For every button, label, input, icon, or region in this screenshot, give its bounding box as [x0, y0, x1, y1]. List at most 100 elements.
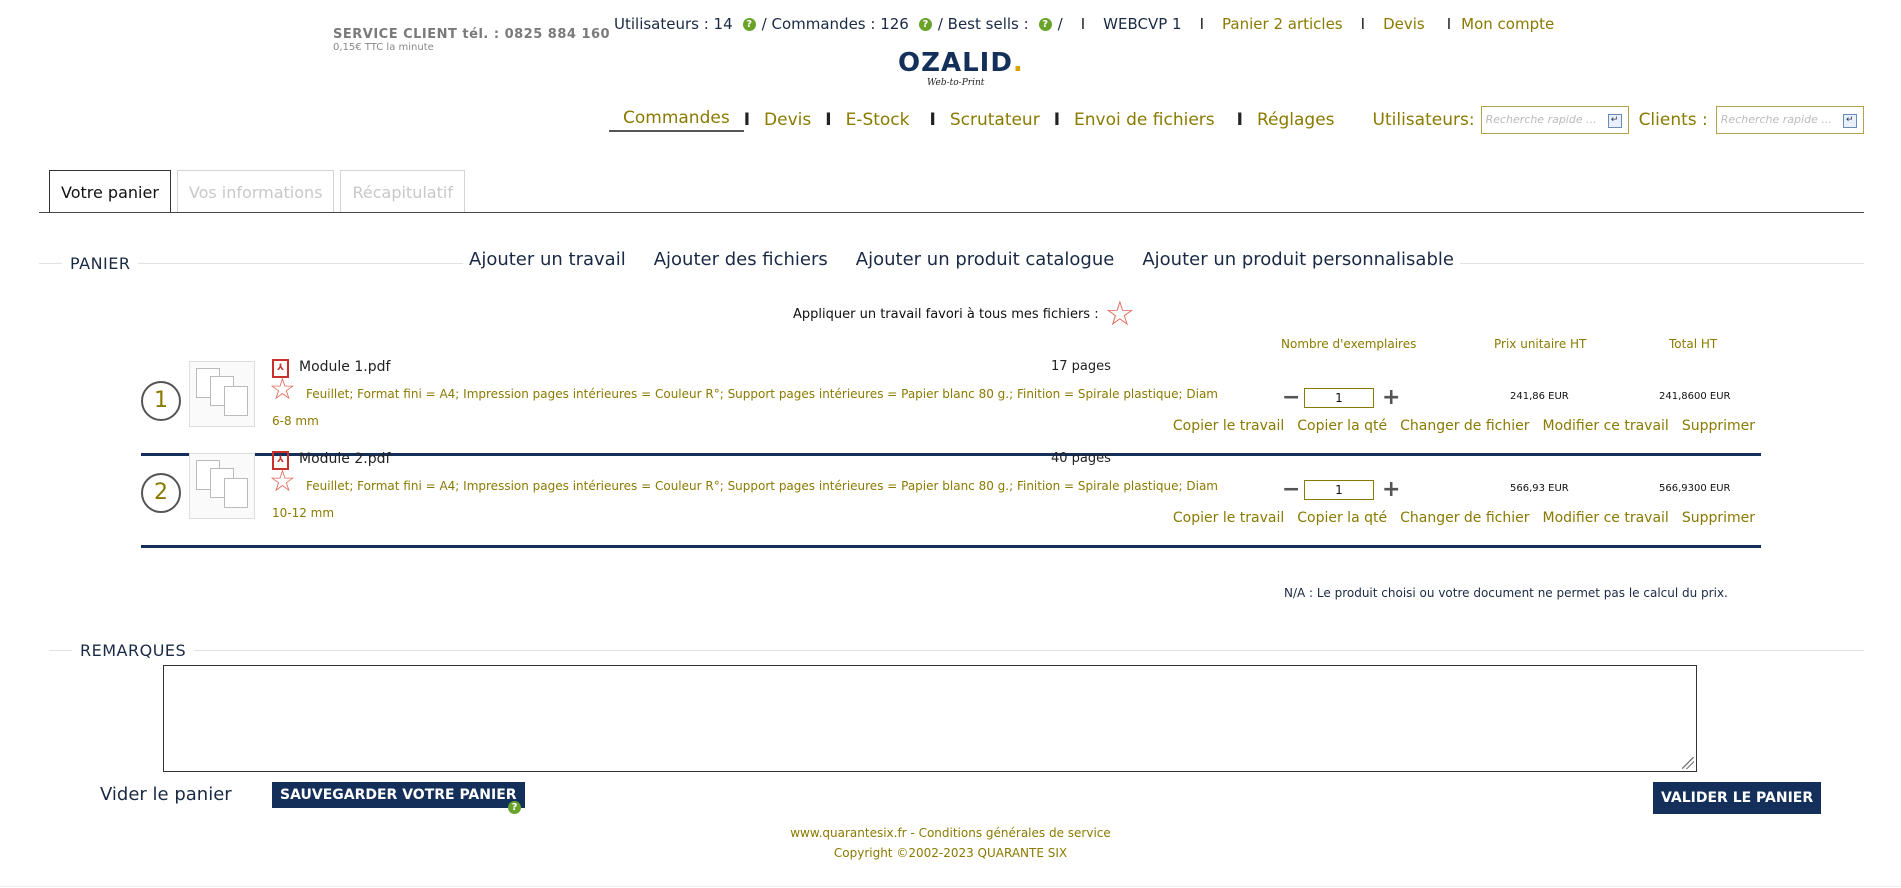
footer-copyright: Copyright ©2002-2023 QUARANTE SIX	[833, 846, 1068, 860]
resize-grip-icon[interactable]	[1682, 757, 1694, 769]
remarques-title: REMARQUES	[72, 641, 195, 660]
nav-devis[interactable]: Devis	[750, 110, 825, 130]
edit-job-link[interactable]: Modifier ce travail	[1543, 418, 1669, 434]
nav-e-stock[interactable]: E-Stock	[832, 110, 924, 130]
clients-search-placeholder: Recherche rapide ...	[1720, 113, 1832, 126]
remarks-textarea[interactable]	[163, 665, 1697, 772]
item-actions: Copier le travail Copier la qté Changer …	[1173, 418, 1755, 434]
help-icon[interactable]: ?	[1038, 17, 1052, 31]
cart-item: 1 ⅄ Module 1.pdf 17 pages ☆ Feuillet; Fo…	[141, 359, 1761, 456]
nav-scrutateur[interactable]: Scrutateur	[936, 110, 1054, 130]
users-count: Utilisateurs : 14	[614, 15, 733, 33]
item-total: 241,8600 EUR	[1659, 391, 1731, 402]
enter-icon[interactable]: ↵	[1607, 114, 1622, 128]
logo-text: OZALID	[898, 48, 1013, 78]
decrease-qty-button[interactable]: −	[1282, 477, 1300, 502]
item-description: Feuillet; Format fini = A4; Impression p…	[272, 387, 1218, 428]
tab-vos-informations[interactable]: Vos informations	[176, 170, 335, 212]
separator: I	[1080, 15, 1086, 33]
item-thumbnail	[189, 361, 255, 427]
item-pages: 40 pages	[1051, 451, 1111, 466]
item-filename: Module 2.pdf	[299, 451, 391, 467]
thumb-page	[224, 478, 248, 508]
account-code: WEBCVP 1	[1103, 15, 1182, 33]
increase-qty-button[interactable]: +	[1382, 385, 1400, 410]
enter-icon[interactable]: ↵	[1842, 114, 1857, 128]
copy-job-link[interactable]: Copier le travail	[1173, 510, 1284, 526]
logo-dot: .	[1012, 48, 1024, 78]
top-info-bar: Utilisateurs : 14 ? / Commandes : 126 ? …	[614, 15, 1554, 33]
quantity-stepper: − 1 +	[1282, 477, 1400, 502]
add-files-link[interactable]: Ajouter des fichiers	[654, 249, 828, 270]
nav-envoi-de-fichiers[interactable]: Envoi de fichiers	[1060, 110, 1229, 130]
item-description: Feuillet; Format fini = A4; Impression p…	[272, 479, 1218, 520]
quantity-input[interactable]: 1	[1304, 387, 1374, 408]
nav-commandes[interactable]: Commandes	[609, 108, 744, 132]
separator: I	[1446, 15, 1452, 33]
help-icon[interactable]: ?	[742, 17, 756, 31]
panier-title: PANIER	[62, 254, 139, 273]
item-pages: 17 pages	[1051, 359, 1111, 374]
copy-qty-link[interactable]: Copier la qté	[1297, 418, 1387, 434]
users-search-placeholder: Recherche rapide ...	[1485, 113, 1597, 126]
item-number: 2	[141, 473, 181, 513]
separator: I	[1360, 15, 1366, 33]
bestsells-tail: /	[1057, 15, 1063, 33]
page-bottom-rule	[0, 886, 1901, 887]
copy-qty-link[interactable]: Copier la qté	[1297, 510, 1387, 526]
help-icon[interactable]: ?	[508, 801, 521, 814]
my-account-link[interactable]: Mon compte	[1461, 15, 1554, 33]
quotes-link[interactable]: Devis	[1383, 15, 1425, 33]
footer-links[interactable]: www.quarantesix.fr - Conditions générale…	[0, 826, 1901, 840]
quantity-input[interactable]: 1	[1304, 479, 1374, 500]
decrease-qty-button[interactable]: −	[1282, 385, 1300, 410]
main-nav: Commandes I Devis I E-Stock I Scrutateur…	[609, 106, 1864, 134]
clients-search-input[interactable]: Recherche rapide ... ↵	[1715, 106, 1864, 134]
orders-count: / Commandes : 126	[761, 15, 909, 33]
nav-reglages[interactable]: Réglages	[1243, 110, 1349, 130]
save-cart-button[interactable]: SAUVEGARDER VOTRE PANIER	[272, 782, 525, 808]
cart-item: 2 ⅄ Module 2.pdf 40 pages ☆ Feuillet; Fo…	[141, 451, 1761, 548]
thumb-page	[224, 386, 248, 416]
checkout-tabs: Votre panier Vos informations Récapitula…	[49, 170, 465, 213]
col-total-header: Total HT	[1669, 337, 1718, 351]
section-rule	[49, 650, 1864, 651]
star-icon[interactable]: ☆	[1105, 297, 1135, 331]
increase-qty-button[interactable]: +	[1382, 477, 1400, 502]
favorite-job-text: Appliquer un travail favori à tous mes f…	[793, 306, 1099, 322]
col-qty-header: Nombre d'exemplaires	[1281, 337, 1417, 351]
empty-cart-link[interactable]: Vider le panier	[100, 784, 232, 805]
tab-votre-panier[interactable]: Votre panier	[49, 170, 171, 213]
tab-divider	[39, 212, 1864, 213]
bestsells-label: / Best sells :	[937, 15, 1029, 33]
item-filename: Module 1.pdf	[299, 359, 391, 375]
add-job-link[interactable]: Ajouter un travail	[469, 249, 626, 270]
change-file-link[interactable]: Changer de fichier	[1400, 510, 1529, 526]
edit-job-link[interactable]: Modifier ce travail	[1543, 510, 1669, 526]
change-file-link[interactable]: Changer de fichier	[1400, 418, 1529, 434]
item-total: 566,9300 EUR	[1659, 483, 1731, 494]
logo[interactable]: OZALID.	[898, 48, 1024, 78]
delete-link[interactable]: Supprimer	[1682, 510, 1755, 526]
service-client-rate: 0,15€ TTC la minute	[333, 42, 434, 53]
item-number: 1	[141, 381, 181, 421]
add-catalog-product-link[interactable]: Ajouter un produit catalogue	[856, 249, 1115, 270]
validate-cart-button[interactable]: VALIDER LE PANIER	[1653, 782, 1822, 814]
help-icon[interactable]: ?	[918, 17, 932, 31]
users-search-input[interactable]: Recherche rapide ... ↵	[1480, 106, 1629, 134]
add-custom-product-link[interactable]: Ajouter un produit personnalisable	[1142, 249, 1454, 270]
item-thumbnail	[189, 453, 255, 519]
item-actions: Copier le travail Copier la qté Changer …	[1173, 510, 1755, 526]
logo-tagline: Web-to-Print	[927, 78, 985, 88]
panier-actions: Ajouter un travail Ajouter des fichiers …	[463, 249, 1460, 270]
copy-job-link[interactable]: Copier le travail	[1173, 418, 1284, 434]
cart-link[interactable]: Panier 2 articles	[1222, 15, 1343, 33]
delete-link[interactable]: Supprimer	[1682, 418, 1755, 434]
na-note: N/A : Le produit choisi ou votre documen…	[1284, 586, 1728, 600]
tab-recapitulatif[interactable]: Récapitulatif	[340, 170, 465, 212]
clients-search-label: Clients :	[1638, 110, 1708, 130]
item-unit-price: 241,86 EUR	[1510, 391, 1569, 402]
col-unit-price-header: Prix unitaire HT	[1494, 337, 1587, 351]
item-unit-price: 566,93 EUR	[1510, 483, 1569, 494]
separator: I	[1199, 15, 1205, 33]
